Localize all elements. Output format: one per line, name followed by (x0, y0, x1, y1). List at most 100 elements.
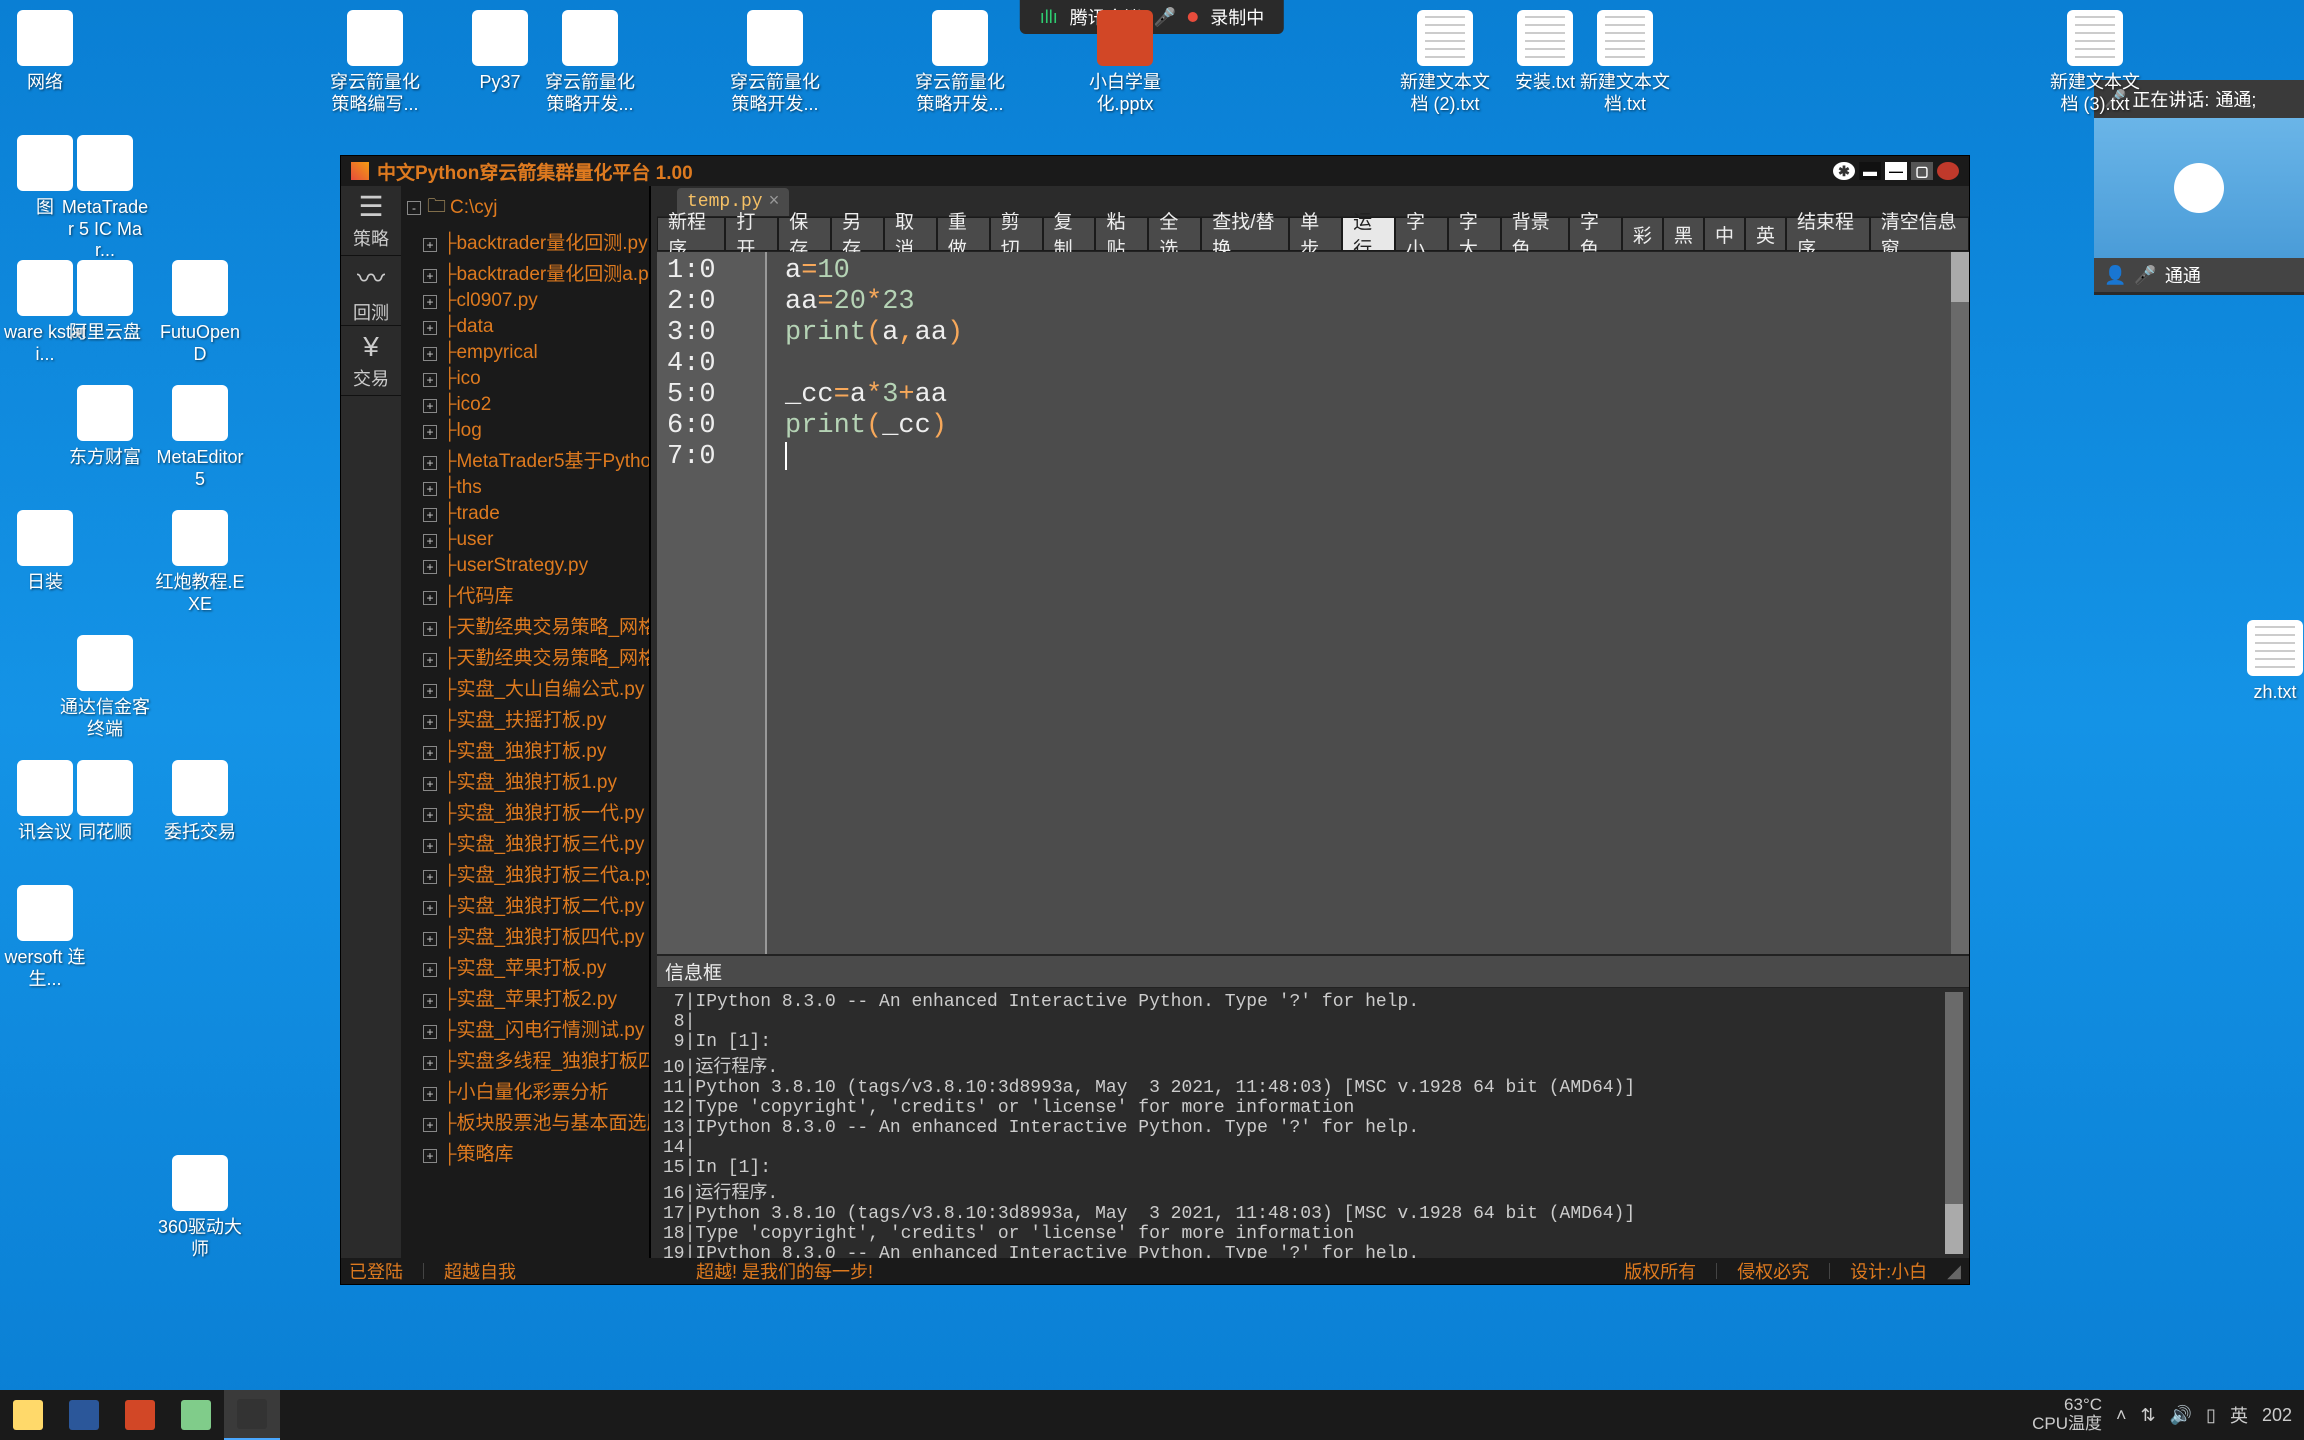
expand-icon[interactable]: + (423, 653, 437, 667)
desktop-icon[interactable]: 新建文本文档 (3).txt (2050, 10, 2140, 115)
rail-strategy[interactable]: ☰ 策略 (341, 186, 401, 256)
expand-icon[interactable]: + (423, 715, 437, 729)
tree-item[interactable]: +├log (401, 418, 649, 444)
tree-item[interactable]: +├user (401, 527, 649, 553)
expand-icon[interactable]: + (423, 269, 437, 283)
toolbar-button[interactable]: 复制 (1043, 217, 1096, 251)
scrollbar-thumb[interactable] (1945, 1204, 1963, 1254)
expand-icon[interactable]: + (423, 295, 437, 309)
tree-item[interactable]: +├实盘_独狼打板一代.py (401, 796, 649, 827)
tree-item[interactable]: +├empyrical (401, 340, 649, 366)
output-scrollbar[interactable] (1945, 992, 1963, 1254)
toolbar-button[interactable]: 打开 (725, 217, 778, 251)
expand-icon[interactable]: + (423, 534, 437, 548)
toolbar-button[interactable]: 背景色 (1501, 217, 1569, 251)
toolbar-button[interactable]: 黑 (1663, 217, 1704, 251)
desktop-icon[interactable]: 穿云箭量化策略开发... (545, 10, 635, 115)
desktop-icon[interactable]: FutuOpenD (155, 260, 245, 365)
toolbar-button[interactable]: 查找/替换 (1201, 217, 1289, 251)
desktop-icon[interactable]: 小白学量化.pptx (1080, 10, 1170, 115)
tree-item[interactable]: +├天勤经典交易策略_网格3 (401, 641, 649, 672)
tree-item[interactable]: +├小白量化彩票分析 (401, 1075, 649, 1106)
expand-icon[interactable]: + (423, 808, 437, 822)
tree-item[interactable]: +├实盘_独狼打板四代.py (401, 920, 649, 951)
window-minimize-button[interactable]: — (1885, 162, 1907, 180)
tree-item[interactable]: +├实盘_独狼打板1.py (401, 765, 649, 796)
rail-backtest[interactable]: 〰 回测 (341, 256, 401, 326)
tree-item[interactable]: +├策略库 (401, 1137, 649, 1168)
desktop-icon[interactable]: 日装 (0, 510, 90, 594)
expand-icon[interactable]: + (423, 425, 437, 439)
tree-item[interactable]: +├backtrader量化回测.py (401, 226, 649, 257)
window-close-button[interactable] (1937, 162, 1959, 180)
expand-icon[interactable]: + (423, 1025, 437, 1039)
output-panel[interactable]: 7|IPython 8.3.0 -- An enhanced Interacti… (657, 988, 1969, 1258)
toolbar-button[interactable]: 运行 (1342, 217, 1395, 251)
toolbar-button[interactable]: 字色 (1569, 217, 1622, 251)
tree-item[interactable]: +├userStrategy.py (401, 553, 649, 579)
editor-scrollbar[interactable] (1951, 252, 1969, 954)
tree-item[interactable]: +├MetaTrader5基于Pytho (401, 444, 649, 475)
expand-icon[interactable]: + (423, 994, 437, 1008)
taskbar-ppt[interactable] (112, 1390, 168, 1440)
toolbar-button[interactable]: 清空信息窗 (1870, 217, 1969, 251)
desktop-icon[interactable]: 穿云箭量化策略开发... (730, 10, 820, 115)
desktop-icon[interactable]: 穿云箭量化策略开发... (915, 10, 1005, 115)
expand-icon[interactable]: + (423, 1118, 437, 1132)
ime-indicator[interactable]: 英 (2230, 1402, 2248, 1428)
toolbar-button[interactable]: 粘贴 (1095, 217, 1148, 251)
tree-item[interactable]: +├代码库 (401, 579, 649, 610)
toolbar-button[interactable]: 重做 (937, 217, 990, 251)
battery-icon[interactable]: ▯ (2206, 1405, 2216, 1426)
expand-icon[interactable]: + (423, 321, 437, 335)
tree-item[interactable]: +├实盘_扶摇打板.py (401, 703, 649, 734)
code-editor[interactable]: 1:02:03:04:05:06:07:0 a=10 aa=20*23 prin… (657, 252, 1969, 956)
system-tray[interactable]: 63°C CPU温度 ˄ ⇅ 🔊 ▯ 英 202 (2032, 1396, 2304, 1433)
tree-item[interactable]: +├实盘_大山自编公式.py (401, 672, 649, 703)
toolbar-button[interactable]: 剪切 (990, 217, 1043, 251)
volume-icon[interactable]: 🔊 (2170, 1405, 2192, 1426)
expand-icon[interactable]: + (423, 963, 437, 977)
desktop-icon[interactable]: 阿里云盘 (60, 260, 150, 344)
tree-item[interactable]: +├板块股票池与基本面选股 (401, 1106, 649, 1137)
window-unknown-button[interactable]: ▬ (1859, 162, 1881, 180)
toolbar-button[interactable]: 单步 (1289, 217, 1342, 251)
window-titlebar[interactable]: 中文Python穿云箭集群量化平台 1.00 ✱ ▬ — ▢ (341, 156, 1969, 186)
desktop-icon[interactable]: 同花顺 (60, 760, 150, 844)
expand-icon[interactable]: + (423, 482, 437, 496)
desktop-icon[interactable]: 新建文本文档.txt (1580, 10, 1670, 115)
tree-item[interactable]: +├ico (401, 366, 649, 392)
tree-item[interactable]: +├天勤经典交易策略_网格3 (401, 610, 649, 641)
taskbar-explorer[interactable] (0, 1390, 56, 1440)
taskbar-word[interactable] (56, 1390, 112, 1440)
tree-item[interactable]: +├trade (401, 501, 649, 527)
rail-trade[interactable]: ¥ 交易 (341, 326, 401, 396)
tree-item[interactable]: +├ths (401, 475, 649, 501)
expand-icon[interactable]: + (423, 777, 437, 791)
tree-item[interactable]: +├实盘多线程_独狼打板四 (401, 1044, 649, 1075)
desktop-icon[interactable]: 委托交易 (155, 760, 245, 844)
desktop-icon[interactable]: 红炮教程.EXE (155, 510, 245, 615)
expand-icon[interactable]: + (423, 1056, 437, 1070)
expand-icon[interactable]: + (423, 1087, 437, 1101)
clock[interactable]: 202 (2262, 1405, 2292, 1426)
desktop-icon[interactable]: 360驱动大师 (155, 1155, 245, 1260)
resize-grip-icon[interactable]: ◢ (1947, 1261, 1961, 1282)
wifi-icon[interactable]: ⇅ (2141, 1405, 2156, 1426)
tree-item[interactable]: +├data (401, 314, 649, 340)
desktop-icon[interactable]: MetaEditor 5 (155, 385, 245, 490)
expand-icon[interactable]: + (423, 684, 437, 698)
toolbar-button[interactable]: 结束程序 (1786, 217, 1870, 251)
chevron-up-icon[interactable]: ˄ (2116, 1405, 2127, 1426)
tree-item[interactable]: +├实盘_独狼打板三代a.py (401, 858, 649, 889)
expand-icon[interactable]: + (423, 746, 437, 760)
expand-icon[interactable]: + (423, 901, 437, 915)
taskbar-ide[interactable] (224, 1390, 280, 1440)
expand-icon[interactable]: + (423, 456, 437, 470)
expand-icon[interactable]: + (423, 347, 437, 361)
tree-item[interactable]: +├ico2 (401, 392, 649, 418)
desktop-icon[interactable]: Py37 (455, 10, 545, 94)
desktop-icon[interactable]: 穿云箭量化策略编写... (330, 10, 420, 115)
expand-icon[interactable]: + (423, 560, 437, 574)
desktop-icon[interactable]: 图 (0, 135, 90, 219)
